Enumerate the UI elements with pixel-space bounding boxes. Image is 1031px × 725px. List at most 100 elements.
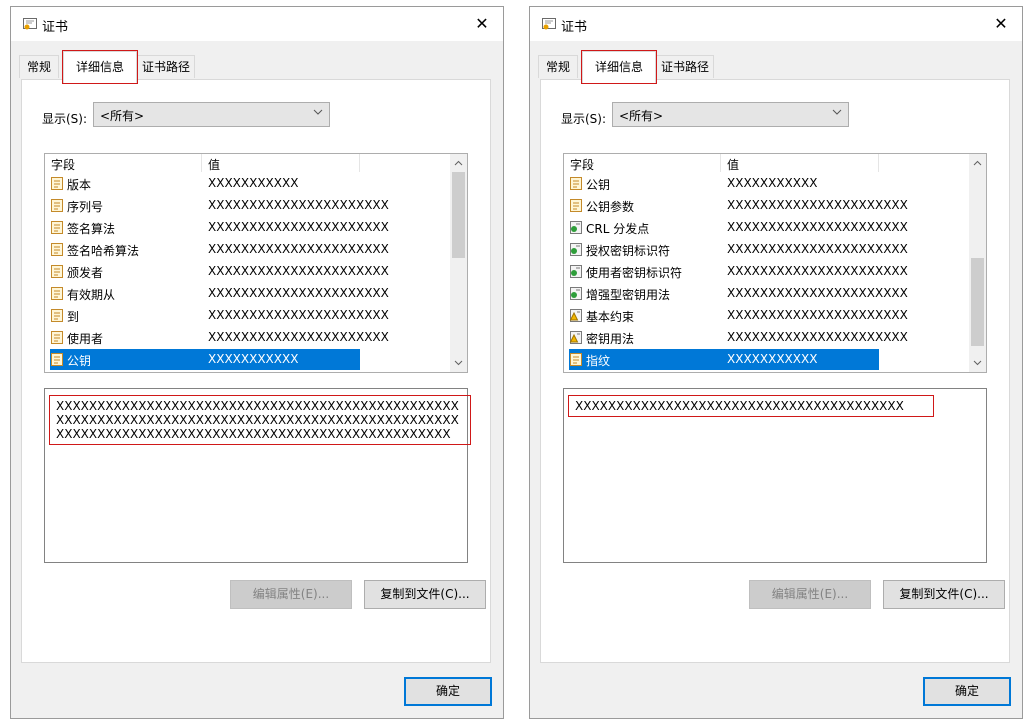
scroll-thumb[interactable] bbox=[452, 172, 465, 258]
list-item[interactable]: 使用者 XXXXXXXXXXXXXXXXXXXXXX bbox=[50, 327, 389, 348]
field-name: 指纹 bbox=[586, 354, 611, 368]
list-item[interactable]: 指纹 XXXXXXXXXXX bbox=[569, 349, 879, 370]
column-header-value[interactable]: 值 bbox=[208, 156, 220, 173]
close-icon[interactable]: ✕ bbox=[471, 13, 493, 35]
ok-button[interactable]: 确定 bbox=[923, 677, 1011, 706]
list-item[interactable]: 公钥 XXXXXXXXXXX bbox=[50, 349, 360, 370]
copy-to-file-button[interactable]: 复制到文件(C)... bbox=[883, 580, 1005, 609]
critical-extension-icon bbox=[569, 331, 582, 344]
list-item[interactable]: 颁发者 XXXXXXXXXXXXXXXXXXXXXX bbox=[50, 261, 389, 282]
scroll-thumb[interactable] bbox=[971, 258, 984, 346]
chevron-down-icon bbox=[313, 109, 323, 115]
document-icon bbox=[51, 221, 63, 234]
tab-general[interactable]: 常规 bbox=[538, 55, 578, 78]
field-name: CRL 分发点 bbox=[586, 222, 650, 236]
certificate-icon bbox=[23, 18, 37, 30]
document-icon bbox=[570, 353, 582, 366]
document-icon bbox=[51, 287, 63, 300]
field-name: 增强型密钥用法 bbox=[586, 288, 671, 302]
list-item[interactable]: 版本 XXXXXXXXXXX bbox=[50, 173, 360, 194]
field-name: 基本约束 bbox=[586, 310, 635, 324]
list-item[interactable]: 到 XXXXXXXXXXXXXXXXXXXXXX bbox=[50, 305, 389, 326]
extension-icon bbox=[570, 243, 582, 256]
value-detail-box[interactable]: XXXXXXXXXXXXXXXXXXXXXXXXXXXXXXXXXXXXXXXX… bbox=[44, 388, 471, 563]
list-item[interactable]: 有效期从 XXXXXXXXXXXXXXXXXXXXXX bbox=[50, 283, 389, 304]
list-item[interactable]: 授权密钥标识符 XXXXXXXXXXXXXXXXXXXXXX bbox=[569, 239, 908, 260]
field-value: XXXXXXXXXXXXXXXXXXXXXX bbox=[208, 308, 389, 322]
list-item[interactable]: 增强型密钥用法 XXXXXXXXXXXXXXXXXXXXXX bbox=[569, 283, 908, 304]
field-value: XXXXXXXXXXXXXXXXXXXXXX bbox=[727, 242, 908, 256]
column-header-value[interactable]: 值 bbox=[727, 156, 739, 173]
list-header: 字段 值 bbox=[564, 154, 879, 173]
list-item[interactable]: 使用者密钥标识符 XXXXXXXXXXXXXXXXXXXXXX bbox=[569, 261, 908, 282]
field-name: 到 bbox=[67, 310, 80, 324]
edit-properties-button[interactable]: 编辑属性(E)... bbox=[230, 580, 352, 609]
field-value: XXXXXXXXXXXXXXXXXXXXXX bbox=[727, 308, 908, 322]
tab-details[interactable]: 详细信息 bbox=[62, 50, 138, 84]
field-value: XXXXXXXXXXXXXXXXXXXXXX bbox=[727, 264, 908, 278]
field-value: XXXXXXXXXXXXXXXXXXXXXX bbox=[208, 330, 389, 344]
field-name: 签名哈希算法 bbox=[67, 244, 140, 258]
document-icon bbox=[51, 199, 63, 212]
vertical-scrollbar[interactable] bbox=[969, 154, 986, 372]
list-header: 字段 值 bbox=[45, 154, 360, 173]
field-value: XXXXXXXXXXX bbox=[727, 352, 818, 366]
list-item[interactable]: 密钥用法 XXXXXXXXXXXXXXXXXXXXXX bbox=[569, 327, 908, 348]
certificate-icon bbox=[542, 18, 556, 30]
document-icon bbox=[570, 199, 582, 212]
list-item[interactable]: 公钥 XXXXXXXXXXX bbox=[569, 173, 879, 194]
list-item[interactable]: 签名算法 XXXXXXXXXXXXXXXXXXXXXX bbox=[50, 217, 389, 238]
scroll-up-icon[interactable] bbox=[454, 159, 463, 168]
list-item[interactable]: 公钥参数 XXXXXXXXXXXXXXXXXXXXXX bbox=[569, 195, 908, 216]
extension-icon bbox=[570, 287, 582, 300]
scroll-up-icon[interactable] bbox=[973, 159, 982, 168]
edit-properties-button[interactable]: 编辑属性(E)... bbox=[749, 580, 871, 609]
vertical-scrollbar[interactable] bbox=[450, 154, 467, 372]
detail-value-text: XXXXXXXXXXXXXXXXXXXXXXXXXXXXXXXXXXXXXXXX… bbox=[49, 395, 471, 445]
field-value: XXXXXXXXXXXXXXXXXXXXXX bbox=[208, 242, 389, 256]
field-list[interactable]: 字段 值 版本 XXXXXXXXXXX 序列号 XXXXXXXXXXXXXXXXXXX… bbox=[44, 153, 468, 373]
column-header-field[interactable]: 字段 bbox=[51, 156, 75, 173]
column-divider bbox=[359, 154, 360, 172]
extension-icon bbox=[570, 221, 582, 234]
list-item[interactable]: CRL 分发点 XXXXXXXXXXXXXXXXXXXXXX bbox=[569, 217, 908, 238]
field-name: 签名算法 bbox=[67, 222, 116, 236]
field-value: XXXXXXXXXXX bbox=[208, 352, 299, 366]
field-name: 序列号 bbox=[67, 200, 104, 214]
scroll-down-icon[interactable] bbox=[973, 358, 982, 367]
document-icon bbox=[51, 265, 63, 278]
tab-certification-path[interactable]: 证书路径 bbox=[656, 55, 714, 78]
ok-button[interactable]: 确定 bbox=[404, 677, 492, 706]
show-dropdown[interactable]: <所有> bbox=[93, 102, 330, 127]
list-item[interactable]: 序列号 XXXXXXXXXXXXXXXXXXXXXX bbox=[50, 195, 389, 216]
value-detail-box[interactable]: XXXXXXXXXXXXXXXXXXXXXXXXXXXXXXXXXXXXXXXX bbox=[563, 388, 987, 563]
field-value: XXXXXXXXXXXXXXXXXXXXXX bbox=[208, 198, 389, 212]
copy-to-file-button[interactable]: 复制到文件(C)... bbox=[364, 580, 486, 609]
document-icon bbox=[51, 331, 63, 344]
field-list[interactable]: 字段 值 公钥 XXXXXXXXXXX 公钥参数 XXXXXXXXXXXXXXXXXX… bbox=[563, 153, 987, 373]
title-bar: 证书 ✕ bbox=[530, 7, 1022, 41]
detail-value-text: XXXXXXXXXXXXXXXXXXXXXXXXXXXXXXXXXXXXXXXX bbox=[568, 395, 934, 417]
column-header-field[interactable]: 字段 bbox=[570, 156, 594, 173]
show-dropdown-value: <所有> bbox=[100, 109, 145, 123]
certificate-dialog-2: 证书 ✕ 常规 详细信息 证书路径 显示(S): <所有> 字段 值 公钥 XXX… bbox=[529, 6, 1023, 719]
close-icon[interactable]: ✕ bbox=[990, 13, 1012, 35]
list-item[interactable]: 基本约束 XXXXXXXXXXXXXXXXXXXXXX bbox=[569, 305, 908, 326]
document-icon bbox=[51, 243, 63, 256]
list-item[interactable]: 签名哈希算法 XXXXXXXXXXXXXXXXXXXXXX bbox=[50, 239, 389, 260]
column-divider bbox=[720, 154, 721, 172]
chevron-down-icon bbox=[832, 109, 842, 115]
tab-general[interactable]: 常规 bbox=[19, 55, 59, 78]
field-value: XXXXXXXXXXXXXXXXXXXXXX bbox=[208, 286, 389, 300]
document-icon bbox=[51, 177, 63, 190]
field-name: 使用者 bbox=[67, 332, 104, 346]
field-value: XXXXXXXXXXXXXXXXXXXXXX bbox=[727, 198, 908, 212]
field-value: XXXXXXXXXXXXXXXXXXXXXX bbox=[727, 286, 908, 300]
certificate-dialog-1: 证书 ✕ 常规 详细信息 证书路径 显示(S): <所有> 字段 值 版本 XXX… bbox=[10, 6, 504, 719]
tab-certification-path[interactable]: 证书路径 bbox=[137, 55, 195, 78]
tab-details[interactable]: 详细信息 bbox=[581, 50, 657, 84]
scroll-down-icon[interactable] bbox=[454, 358, 463, 367]
document-icon bbox=[51, 309, 63, 322]
show-label: 显示(S): bbox=[42, 112, 88, 126]
show-dropdown[interactable]: <所有> bbox=[612, 102, 849, 127]
